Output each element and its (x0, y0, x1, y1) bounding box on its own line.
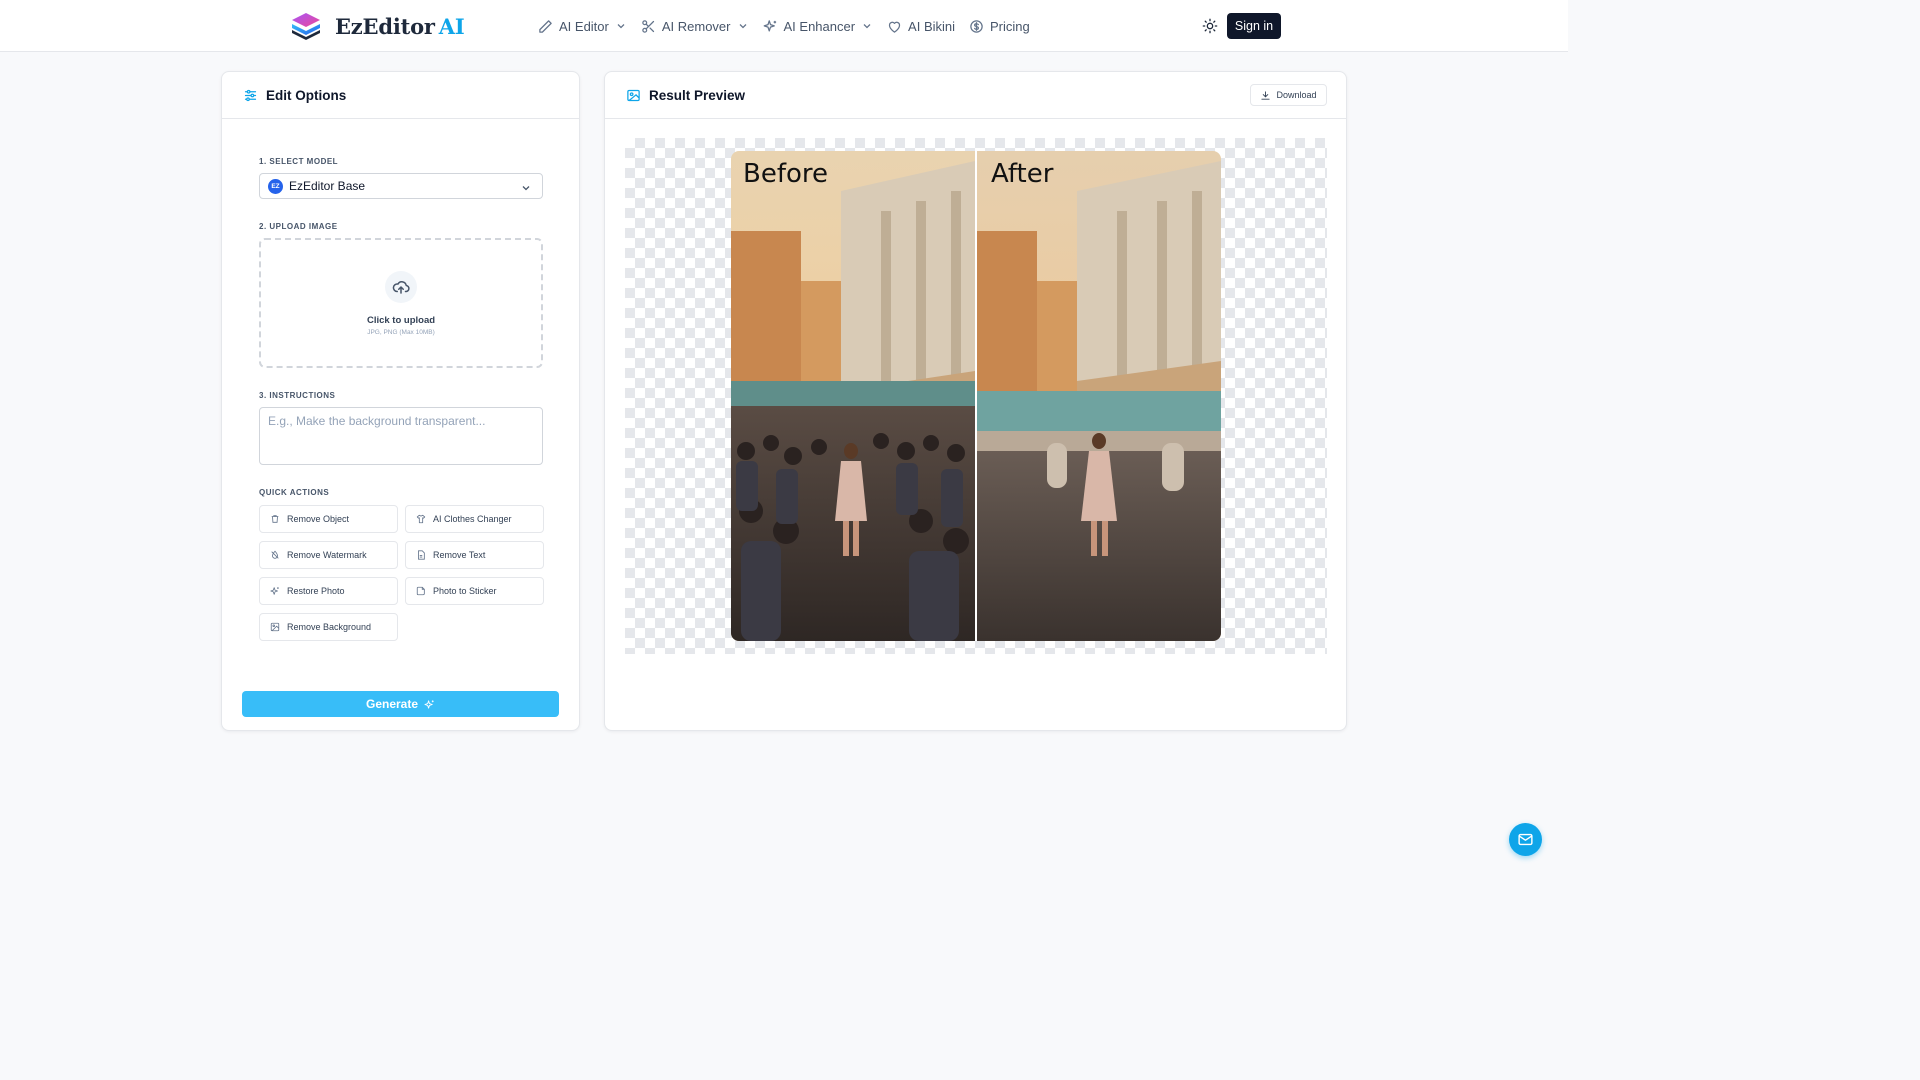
quick-action-label: Remove Background (287, 622, 372, 632)
quick-action-label: Restore Photo (287, 586, 345, 596)
model-badge: EZ (268, 178, 283, 194)
trash-icon (271, 515, 279, 523)
quick-action-remove-background[interactable]: Remove Background (259, 613, 398, 641)
sparkle-icon (270, 587, 279, 595)
nav-label: AI Editor (559, 18, 609, 34)
nav-label: Pricing (990, 18, 1030, 34)
quick-action-label: Remove Text (433, 550, 486, 560)
dollar-circle-icon (970, 19, 983, 33)
nav-ai-remover[interactable]: AI Remover (641, 16, 749, 36)
theme-toggle[interactable] (1200, 16, 1220, 36)
upload-image-label: 2. UPLOAD IMAGE (259, 222, 338, 231)
nav-ai-enhancer[interactable]: AI Enhancer (763, 16, 874, 36)
quick-action-label: Remove Watermark (287, 550, 367, 560)
quick-action-label: Remove Object (287, 514, 350, 524)
edit-options-title: Edit Options (266, 87, 347, 103)
top-navbar: EzEditor AI AI Editor AI Remover AI Enhan… (0, 0, 1568, 52)
edit-options-header: Edit Options (222, 72, 579, 119)
result-preview-header: Result Preview Download (605, 72, 1346, 119)
chevron-down-icon (739, 24, 746, 29)
mail-icon (1518, 833, 1533, 846)
download-button[interactable]: Download (1250, 84, 1327, 106)
chevron-down-icon (863, 24, 871, 29)
sparkles-icon (424, 699, 434, 709)
logo-icon (292, 13, 320, 40)
shirt-icon (416, 514, 426, 524)
generate-label: Generate (365, 697, 419, 711)
sun-icon (1202, 18, 1218, 34)
instructions-label: 3. INSTRUCTIONS (259, 391, 336, 400)
quick-action-restore-photo[interactable]: Restore Photo (259, 577, 398, 605)
logo-text: EzEditor AI (335, 13, 465, 39)
contact-fab[interactable] (1509, 823, 1542, 856)
image-icon (627, 89, 640, 101)
quick-actions-label: QUICK ACTIONS (259, 488, 330, 497)
upload-hint: JPG, PNG (Max 10MB) (367, 329, 435, 336)
sticker-icon (416, 586, 425, 596)
heart-icon (888, 21, 901, 33)
before-after-image: Before After (731, 151, 1221, 641)
model-select[interactable]: EZ EzEditor Base (259, 173, 543, 199)
file-text-icon (418, 550, 425, 560)
quick-action-label: AI Clothes Changer (433, 514, 512, 524)
nav-ai-editor[interactable]: AI Editor (538, 16, 627, 36)
nav-label: AI Bikini (908, 18, 956, 34)
sliders-icon (244, 89, 257, 101)
quick-action-remove-object[interactable]: Remove Object (259, 505, 398, 533)
image-icon (270, 622, 280, 632)
scissors-icon (642, 19, 654, 33)
nav-pricing[interactable]: Pricing (969, 16, 1030, 36)
before-label: Before (743, 159, 829, 189)
nav-label: AI Enhancer (783, 18, 856, 34)
droplet-off-icon (271, 550, 279, 559)
after-image: After (977, 151, 1221, 641)
signin-button[interactable]: Sign in (1227, 13, 1281, 39)
cloud-upload-icon (392, 281, 410, 294)
nav-ai-bikini[interactable]: AI Bikini (887, 16, 955, 36)
result-preview-title: Result Preview (649, 87, 746, 103)
result-preview-panel: Result Preview Download Before After (604, 71, 1347, 731)
nav-label: AI Remover (661, 18, 731, 34)
main-nav: AI Editor AI Remover AI Enhancer AI Biki… (538, 16, 1030, 36)
quick-action-remove-watermark[interactable]: Remove Watermark (259, 541, 398, 569)
preview-canvas: Before After (625, 138, 1327, 654)
before-image: Before (731, 151, 975, 641)
logo[interactable]: EzEditor AI (289, 10, 465, 42)
quick-action-photo-to-sticker[interactable]: Photo to Sticker (405, 577, 544, 605)
sparkles-icon (763, 19, 776, 31)
quick-action-ai-clothes-changer[interactable]: AI Clothes Changer (405, 505, 544, 533)
download-label: Download (1276, 90, 1317, 100)
upload-title: Click to upload (366, 315, 436, 326)
generate-button[interactable]: Generate (242, 691, 559, 717)
chevron-down-icon (617, 24, 625, 29)
quick-action-label: Photo to Sticker (433, 586, 497, 596)
model-select-value: EzEditor Base (289, 179, 366, 193)
upload-icon-wrap (385, 271, 417, 303)
edit-options-panel: Edit Options 1. SELECT MODEL EZ EzEditor… (221, 71, 580, 731)
quick-action-remove-text[interactable]: Remove Text (405, 541, 544, 569)
upload-dropzone[interactable]: Click to upload JPG, PNG (Max 10MB) (259, 238, 543, 368)
download-icon (1261, 90, 1271, 100)
select-model-label: 1. SELECT MODEL (259, 157, 339, 166)
chevron-down-icon (522, 186, 530, 191)
after-label: After (991, 159, 1054, 189)
instructions-input[interactable] (259, 407, 543, 465)
pen-icon (539, 19, 552, 33)
